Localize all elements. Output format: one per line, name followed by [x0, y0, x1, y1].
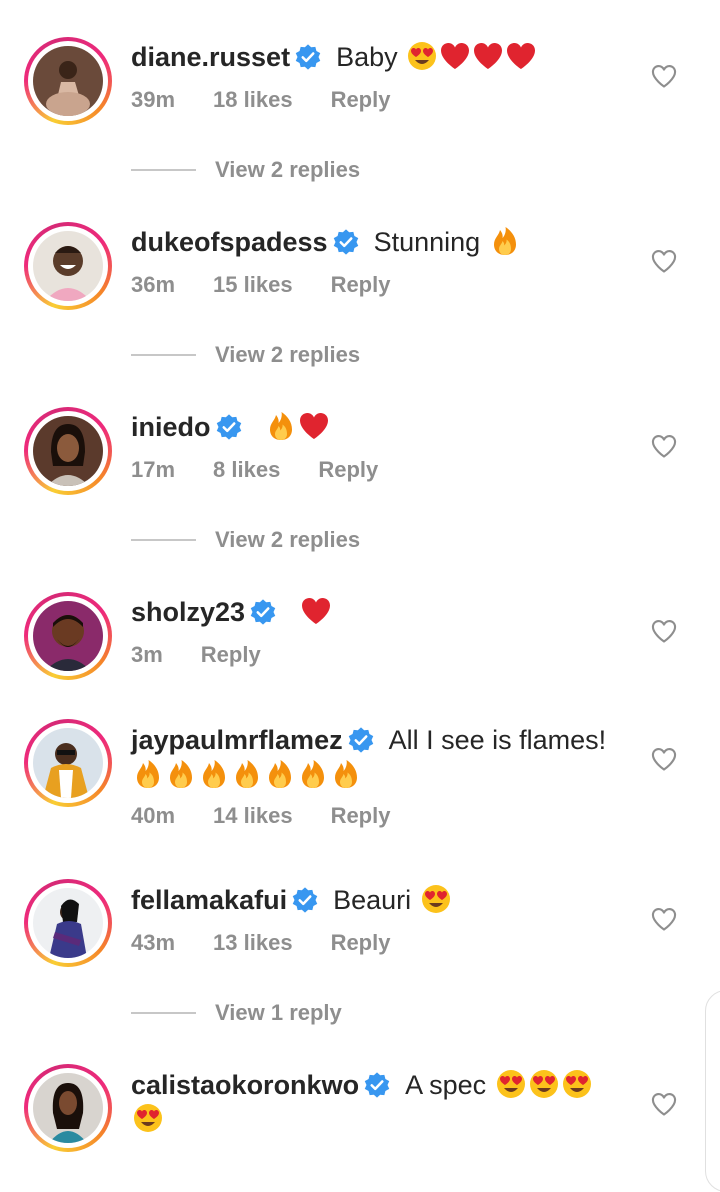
view-replies-label: View 2 replies	[215, 342, 361, 367]
username-link[interactable]: sholzy23	[131, 597, 245, 627]
like-heart-icon[interactable]	[650, 247, 678, 275]
comment-time: 39m	[131, 87, 176, 112]
comment-text: Stunning	[373, 227, 481, 257]
username-link[interactable]: dukeofspadess	[131, 227, 328, 257]
heart-eyes-emoji-icon	[406, 40, 438, 72]
username-link[interactable]: iniedo	[131, 412, 211, 442]
comment-time: 36m	[131, 272, 176, 297]
verified-badge-icon	[215, 413, 243, 441]
view-replies-label: View 1 reply	[215, 1000, 342, 1025]
verified-badge-icon	[347, 726, 375, 754]
comment-time: 3m	[131, 642, 163, 667]
scroll-handle[interactable]	[705, 990, 720, 1192]
emoji-row	[131, 758, 362, 792]
like-heart-icon[interactable]	[650, 617, 678, 645]
avatar[interactable]	[24, 1064, 112, 1152]
likes-count-link[interactable]: 8 likes	[213, 457, 280, 482]
fire-emoji-icon	[489, 225, 521, 257]
like-heart-icon[interactable]	[650, 745, 678, 773]
likes-count-link[interactable]: 14 likes	[213, 803, 293, 828]
like-heart-icon[interactable]	[650, 62, 678, 90]
fire-emoji-icon	[132, 758, 164, 790]
replies-divider	[131, 169, 196, 171]
fire-emoji-icon	[264, 758, 296, 790]
comment-time: 43m	[131, 930, 176, 955]
reply-button[interactable]: Reply	[331, 87, 391, 112]
comment-text: Baby	[336, 42, 398, 72]
avatar[interactable]	[24, 407, 112, 495]
heart-eyes-emoji-icon	[132, 1102, 164, 1134]
heart-eyes-emoji-icon	[528, 1068, 560, 1100]
reply-button[interactable]: Reply	[331, 803, 391, 828]
avatar[interactable]	[24, 879, 112, 967]
fire-emoji-icon	[231, 758, 263, 790]
replies-divider	[131, 354, 196, 356]
fire-emoji-icon	[165, 758, 197, 790]
username-link[interactable]: calistaokoronkwo	[131, 1070, 359, 1100]
avatar[interactable]	[24, 222, 112, 310]
comment-text: All I see is flames!	[388, 725, 607, 755]
view-replies-label: View 2 replies	[215, 527, 361, 552]
replies-divider	[131, 1012, 196, 1014]
comment-text: Beauri	[333, 885, 412, 915]
red-heart-emoji-icon	[505, 40, 537, 72]
comment-time: 17m	[131, 457, 176, 482]
reply-button[interactable]: Reply	[201, 642, 261, 667]
red-heart-emoji-icon	[298, 410, 330, 442]
red-heart-emoji-icon	[300, 595, 332, 627]
reply-button[interactable]: Reply	[331, 272, 391, 297]
red-heart-emoji-icon	[472, 40, 504, 72]
verified-badge-icon	[294, 43, 322, 71]
emoji-row	[131, 1102, 164, 1136]
view-replies-button[interactable]: View 2 replies	[131, 155, 451, 185]
fire-emoji-icon	[198, 758, 230, 790]
username-link[interactable]: jaypaulmrflamez	[131, 725, 343, 755]
view-replies-label: View 2 replies	[215, 157, 361, 182]
avatar[interactable]	[24, 592, 112, 680]
username-link[interactable]: diane.russet	[131, 42, 290, 72]
verified-badge-icon	[332, 228, 360, 256]
likes-count-link[interactable]: 13 likes	[213, 930, 293, 955]
view-replies-button[interactable]: View 2 replies	[131, 525, 451, 555]
replies-divider	[131, 539, 196, 541]
avatar[interactable]	[24, 719, 112, 807]
like-heart-icon[interactable]	[650, 1090, 678, 1118]
verified-badge-icon	[291, 886, 319, 914]
heart-eyes-emoji-icon	[495, 1068, 527, 1100]
heart-eyes-emoji-icon	[561, 1068, 593, 1100]
username-link[interactable]: fellamakafui	[131, 885, 287, 915]
fire-emoji-icon	[297, 758, 329, 790]
reply-button[interactable]: Reply	[318, 457, 378, 482]
like-heart-icon[interactable]	[650, 905, 678, 933]
avatar[interactable]	[24, 37, 112, 125]
verified-badge-icon	[249, 598, 277, 626]
red-heart-emoji-icon	[439, 40, 471, 72]
comment-time: 40m	[131, 803, 176, 828]
fire-emoji-icon	[330, 758, 362, 790]
comment-text: A spec	[405, 1070, 487, 1100]
likes-count-link[interactable]: 15 likes	[213, 272, 293, 297]
verified-badge-icon	[363, 1071, 391, 1099]
heart-eyes-emoji-icon	[420, 883, 452, 915]
reply-button[interactable]: Reply	[331, 930, 391, 955]
like-heart-icon[interactable]	[650, 432, 678, 460]
likes-count-link[interactable]: 18 likes	[213, 87, 293, 112]
view-replies-button[interactable]: View 2 replies	[131, 340, 451, 370]
fire-emoji-icon	[265, 410, 297, 442]
view-replies-button[interactable]: View 1 reply	[131, 998, 451, 1028]
